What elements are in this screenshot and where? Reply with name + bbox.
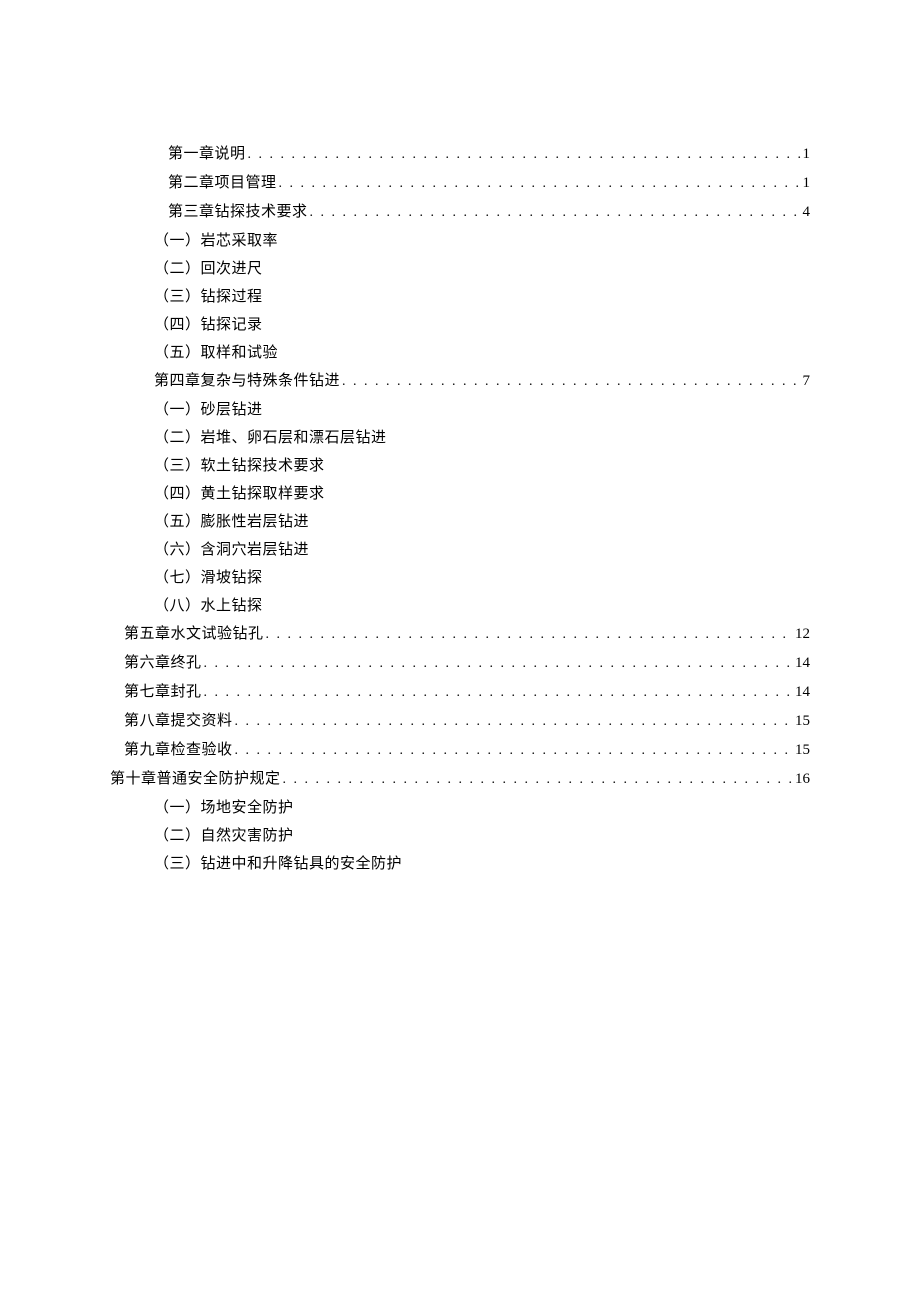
toc-sub-entry-label: （六）含洞穴岩层钻进 — [154, 536, 309, 564]
toc-sub-entry: （二）自然灾害防护 — [110, 822, 810, 850]
toc-entry-page: 4 — [803, 198, 811, 226]
toc-sub-entry-label: （四）钻探记录 — [154, 311, 263, 339]
toc-sub-entry: （八）水上钻探 — [110, 592, 810, 620]
toc-sub-entry-label: （一）场地安全防护 — [154, 794, 294, 822]
toc-entry-label: 第五章水文试验钻孔 — [124, 620, 264, 648]
toc-entry: 第九章检查验收 15 — [110, 736, 810, 765]
toc-sub-entry-label: （一）砂层钻进 — [154, 396, 263, 424]
toc-entry: 第一章说明 1 — [110, 140, 810, 169]
toc-sub-entry: （四）黄土钻探取样要求 — [110, 480, 810, 508]
toc-entry-page: 7 — [803, 367, 811, 395]
toc-sub-entry: （一）场地安全防护 — [110, 794, 810, 822]
toc-entry: 第八章提交资料 15 — [110, 707, 810, 736]
toc-sub-entry: （五）取样和试验 — [110, 339, 810, 367]
toc-leader-dots — [266, 621, 793, 649]
toc-entry-label: 第八章提交资料 — [124, 707, 233, 735]
table-of-contents: 第一章说明1第二章项目管理1第三章钻探技术要求4（一）岩芯采取率（二）回次进尺（… — [110, 140, 810, 878]
toc-sub-entry: （六）含洞穴岩层钻进 — [110, 536, 810, 564]
toc-entry: 第十章普通安全防护规定 16 — [110, 765, 810, 794]
toc-leader-dots — [235, 737, 793, 765]
toc-entry-label: 第一章说明 — [168, 140, 246, 168]
toc-entry-page: 15 — [795, 736, 810, 764]
toc-sub-entry-label: （一）岩芯采取率 — [154, 227, 278, 255]
toc-entry: 第五章水文试验钻孔 12 — [110, 620, 810, 649]
toc-sub-entry: （三）钻进中和升降钻具的安全防护 — [110, 850, 810, 878]
toc-entry-page: 12 — [795, 620, 810, 648]
toc-leader-dots — [283, 766, 793, 794]
toc-entry: 第三章钻探技术要求 4 — [110, 198, 810, 227]
toc-leader-dots — [279, 170, 801, 198]
toc-entry-label: 第七章封孔 — [124, 678, 202, 706]
toc-sub-entry: （一）岩芯采取率 — [110, 227, 810, 255]
toc-sub-entry: （三）软土钻探技术要求 — [110, 452, 810, 480]
toc-sub-entry: （四）钻探记录 — [110, 311, 810, 339]
toc-entry-page: 14 — [795, 678, 810, 706]
toc-leader-dots — [342, 368, 800, 396]
toc-sub-entry: （三）钻探过程 — [110, 283, 810, 311]
toc-leader-dots — [310, 199, 801, 227]
toc-sub-entry-label: （三）钻进中和升降钻具的安全防护 — [154, 850, 402, 878]
toc-sub-entry-label: （五）取样和试验 — [154, 339, 278, 367]
toc-sub-entry-label: （三）软土钻探技术要求 — [154, 452, 325, 480]
toc-sub-entry: （一）砂层钻进 — [110, 396, 810, 424]
toc-entry: 第七章封孔 14 — [110, 678, 810, 707]
toc-entry: 第六章终孔 14 — [110, 649, 810, 678]
toc-entry-page: 15 — [795, 707, 810, 735]
toc-sub-entry: （五）膨胀性岩层钻进 — [110, 508, 810, 536]
toc-sub-entry-label: （八）水上钻探 — [154, 592, 263, 620]
toc-leader-dots — [204, 679, 793, 707]
toc-sub-entry: （二）岩堆、卵石层和漂石层钻进 — [110, 424, 810, 452]
toc-entry-label: 第四章复杂与特殊条件钻进 — [154, 367, 340, 395]
toc-entry-label: 第六章终孔 — [124, 649, 202, 677]
toc-sub-entry: （七）滑坡钻探 — [110, 564, 810, 592]
toc-sub-entry-label: （三）钻探过程 — [154, 283, 263, 311]
toc-entry-label: 第十章普通安全防护规定 — [110, 765, 281, 793]
toc-entry: 第二章项目管理 1 — [110, 169, 810, 198]
toc-sub-entry-label: （七）滑坡钻探 — [154, 564, 263, 592]
toc-entry-page: 14 — [795, 649, 810, 677]
toc-entry-label: 第三章钻探技术要求 — [168, 198, 308, 226]
toc-entry-page: 16 — [795, 765, 810, 793]
toc-leader-dots — [235, 708, 793, 736]
toc-entry-page: 1 — [803, 169, 811, 197]
toc-sub-entry-label: （二）岩堆、卵石层和漂石层钻进 — [154, 424, 387, 452]
toc-sub-entry: （二）回次进尺 — [110, 255, 810, 283]
toc-entry-label: 第二章项目管理 — [168, 169, 277, 197]
toc-sub-entry-label: （二）自然灾害防护 — [154, 822, 294, 850]
toc-sub-entry-label: （二）回次进尺 — [154, 255, 263, 283]
toc-leader-dots — [204, 650, 793, 678]
toc-leader-dots — [248, 141, 801, 169]
toc-entry: 第四章复杂与特殊条件钻进 7 — [110, 367, 810, 396]
toc-entry-page: 1 — [803, 140, 811, 168]
toc-sub-entry-label: （五）膨胀性岩层钻进 — [154, 508, 309, 536]
toc-sub-entry-label: （四）黄土钻探取样要求 — [154, 480, 325, 508]
toc-entry-label: 第九章检查验收 — [124, 736, 233, 764]
